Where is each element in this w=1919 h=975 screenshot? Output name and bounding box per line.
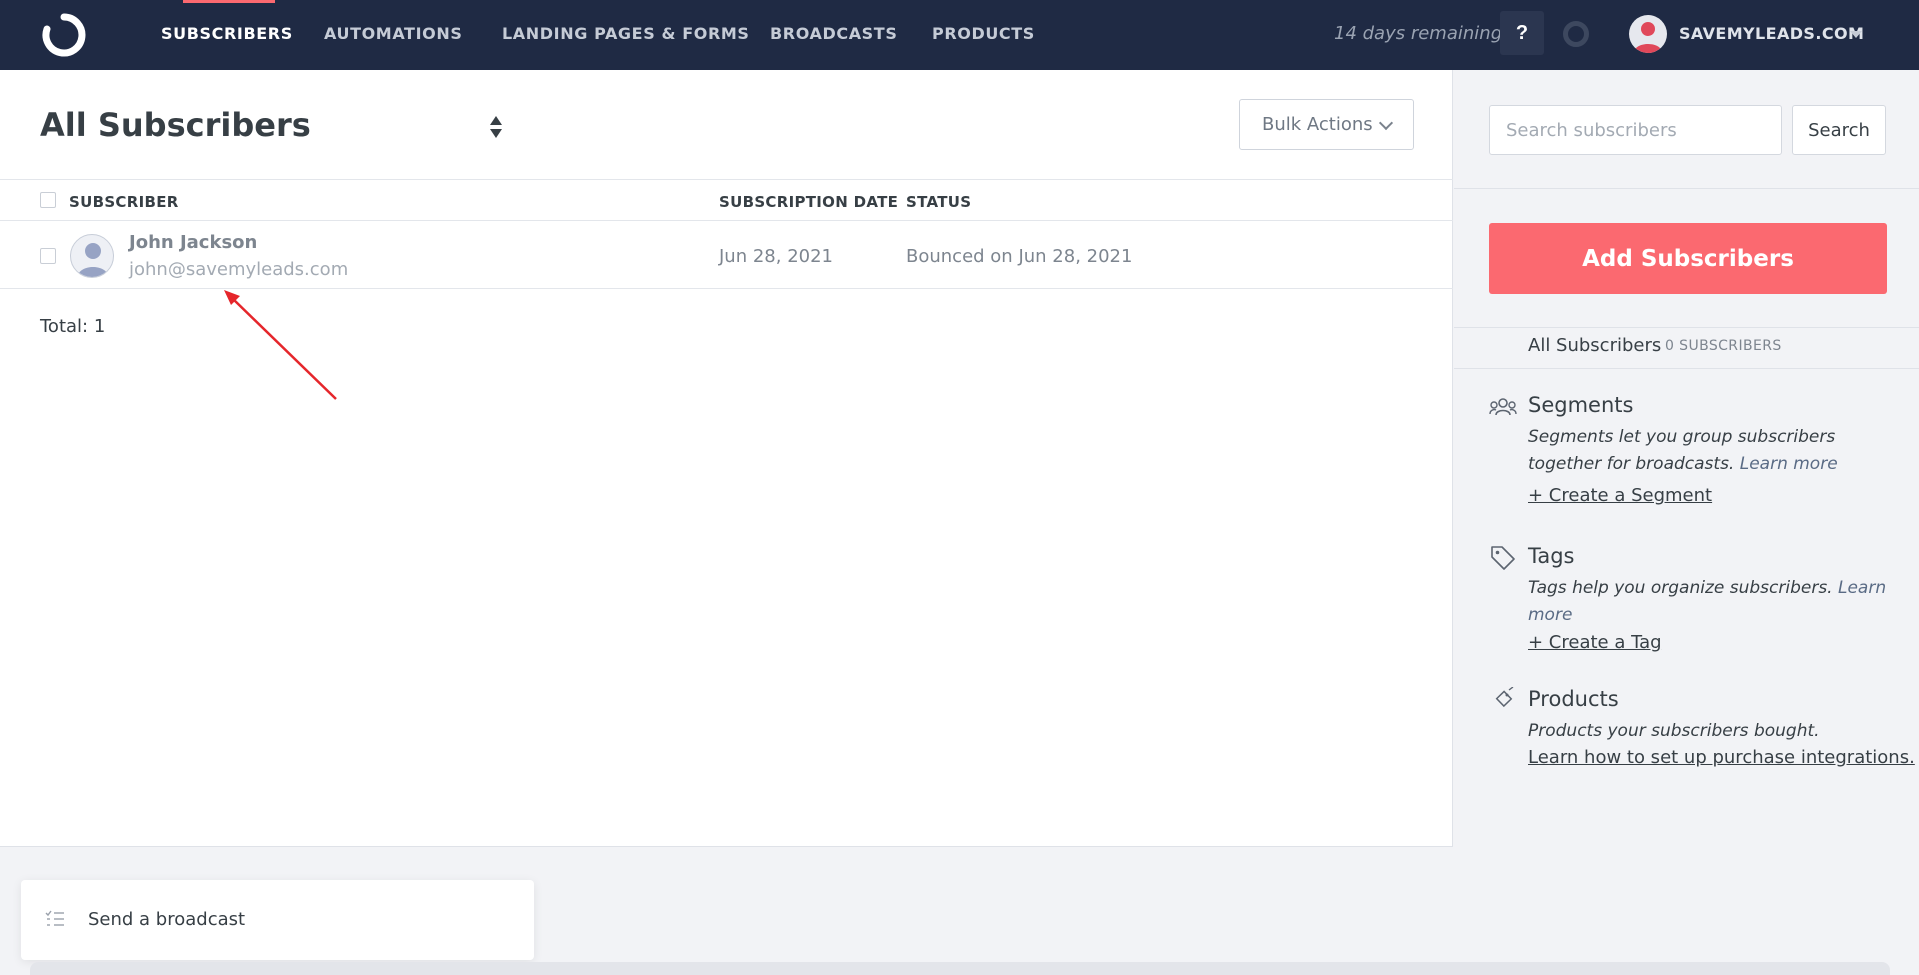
account-caret-icon[interactable] [1850,31,1862,38]
bulk-actions-button[interactable]: Bulk Actions [1239,99,1414,150]
list-icon [45,910,64,926]
search-input[interactable] [1489,105,1782,155]
search-button[interactable]: Search [1792,105,1886,155]
column-subscription-date[interactable]: SUBSCRIPTION DATE [719,193,898,211]
products-title: Products [1528,687,1619,711]
segments-icon [1489,398,1517,416]
logo-icon[interactable] [41,12,87,58]
user-avatar-icon [77,243,109,277]
sort-icon[interactable] [489,114,503,140]
account-name[interactable]: SAVEMYLEADS.COM [1679,24,1864,43]
subscription-date: Jun 28, 2021 [719,246,834,267]
segments-description: Segments let you group subscribers toget… [1528,424,1898,478]
send-broadcast-label: Send a broadcast [88,909,246,930]
segments-learn-more-link[interactable]: Learn more [1740,454,1838,474]
page-title[interactable]: All Subscribers [40,106,311,144]
divider [1454,368,1919,369]
user-avatar-icon [1634,22,1662,53]
products-description: Products your subscribers bought. [1528,721,1820,741]
nav-subscribers[interactable]: SUBSCRIBERS [161,24,293,43]
nav-automations[interactable]: AUTOMATIONS [324,24,462,43]
table-row[interactable]: John Jackson john@savemyleads.com Jun 28… [0,221,1453,289]
all-subscribers-link[interactable]: All Subscribers [1528,335,1661,356]
bulk-actions-label: Bulk Actions [1262,114,1373,135]
subscribers-panel: All Subscribers Bulk Actions SUBSCRIBER … [0,70,1453,847]
product-tag-icon [1495,687,1514,708]
purchase-integrations-link[interactable]: Learn how to set up purchase integration… [1528,747,1915,768]
account-avatar[interactable] [1629,15,1667,53]
sidebar: Search Add Subscribers All Subscribers 0… [1454,70,1919,847]
total-count: Total: 1 [40,316,106,337]
add-subscribers-button[interactable]: Add Subscribers [1489,223,1887,294]
subscriber-status: Bounced on Jun 28, 2021 [906,246,1133,267]
help-button[interactable]: ? [1500,11,1544,55]
nav-products[interactable]: PRODUCTS [932,24,1035,43]
status-ring-icon[interactable] [1563,21,1589,47]
trial-remaining: 14 days remaining [1334,23,1503,44]
subscriber-count: 0 SUBSCRIBERS [1665,338,1782,354]
nav-landing-pages-forms[interactable]: LANDING PAGES & FORMS [502,24,750,43]
subscriber-name[interactable]: John Jackson [129,232,257,253]
active-tab-indicator [183,0,275,3]
nav-broadcasts[interactable]: BROADCASTS [770,24,897,43]
send-broadcast-card[interactable]: Send a broadcast [21,880,534,960]
bottom-bar [30,962,1890,975]
tag-icon [1491,546,1515,570]
select-all-checkbox[interactable] [40,192,56,208]
divider [1454,188,1919,189]
row-checkbox[interactable] [40,248,56,264]
tags-description-text: Tags help you organize subscribers. [1528,578,1833,598]
top-nav: SUBSCRIBERS AUTOMATIONS LANDING PAGES & … [0,0,1919,70]
chevron-down-icon [1378,115,1394,131]
create-segment-link[interactable]: + Create a Segment [1528,485,1712,506]
create-tag-link[interactable]: + Create a Tag [1528,632,1662,653]
subscriber-email[interactable]: john@savemyleads.com [129,259,348,280]
tags-title: Tags [1528,544,1575,568]
column-subscriber[interactable]: SUBSCRIBER [69,193,179,211]
column-status[interactable]: STATUS [906,193,971,211]
segments-title: Segments [1528,393,1634,417]
subscriber-avatar [70,234,114,278]
table-header: SUBSCRIBER SUBSCRIPTION DATE STATUS [0,179,1453,221]
tags-description: Tags help you organize subscribers. Lear… [1528,575,1898,629]
divider [1454,327,1919,328]
